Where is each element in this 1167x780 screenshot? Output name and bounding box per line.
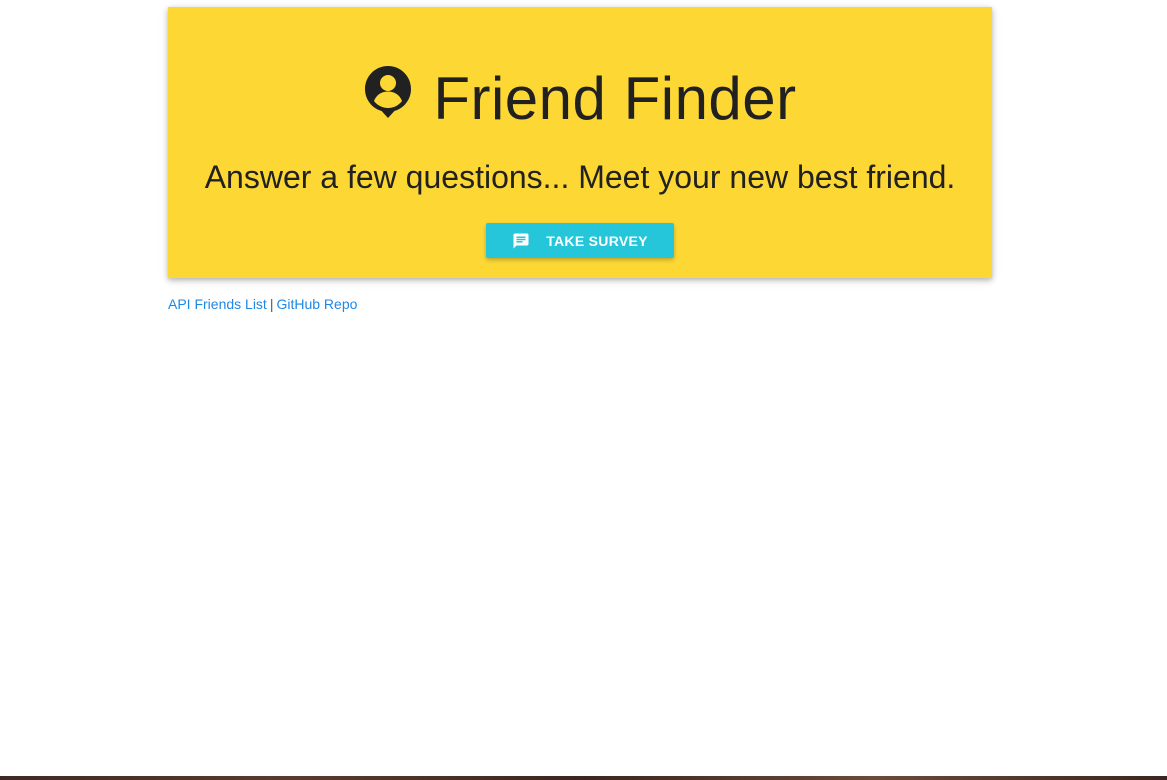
- chat-message-icon: [512, 232, 530, 250]
- take-survey-label: TAKE SURVEY: [546, 232, 648, 249]
- link-separator: |: [269, 296, 274, 312]
- take-survey-button[interactable]: TAKE SURVEY: [486, 223, 674, 258]
- page-title: Friend Finder: [433, 65, 797, 132]
- account-circle-icon: [363, 64, 413, 120]
- api-friends-list-link[interactable]: API Friends List: [168, 296, 267, 312]
- page-subtitle: Answer a few questions... Meet your new …: [204, 159, 956, 195]
- page: Friend Finder Answer a few questions... …: [0, 0, 1167, 780]
- github-repo-link[interactable]: GitHub Repo: [276, 296, 357, 312]
- hero-banner: Friend Finder Answer a few questions... …: [168, 7, 992, 278]
- footer-links: API Friends List | GitHub Repo: [168, 295, 357, 313]
- title-row: Friend Finder: [168, 59, 992, 139]
- background-image-strip: [0, 776, 1167, 780]
